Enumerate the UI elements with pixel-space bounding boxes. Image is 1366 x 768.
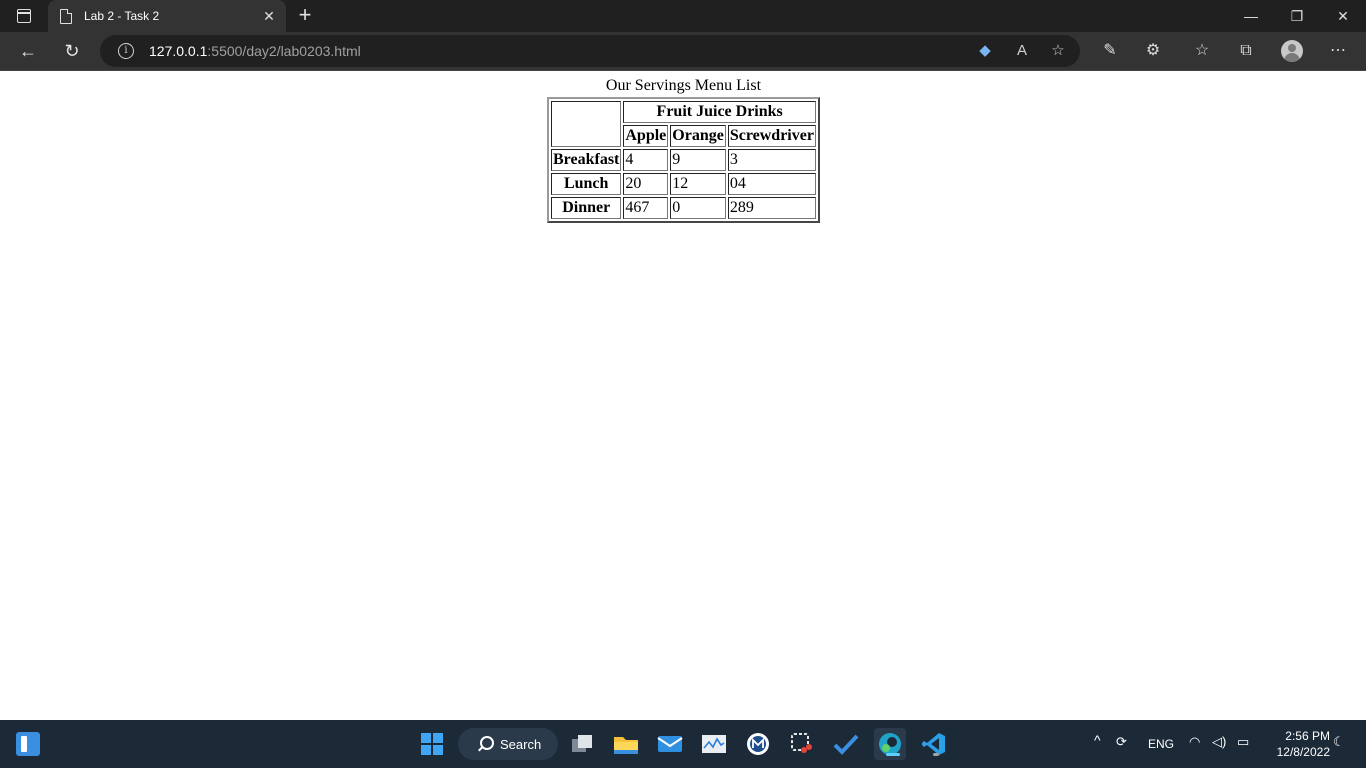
new-tab-button[interactable]: +	[294, 4, 316, 26]
taskbar-search[interactable]: Search	[458, 728, 558, 760]
table-cell: 467	[623, 197, 669, 219]
table-cell: 3	[727, 149, 816, 171]
row-header: Lunch	[551, 173, 622, 195]
address-bar[interactable]: i 127.0.0.1:5500/day2/lab0203.html ◆ A ☆	[100, 35, 1080, 67]
volume-icon[interactable]: ◁)	[1212, 734, 1226, 750]
performance-monitor-icon[interactable]	[698, 728, 730, 760]
snipping-tool-icon[interactable]	[786, 728, 818, 760]
close-tab-icon[interactable]: ✕	[260, 7, 278, 25]
read-aloud-icon[interactable]: A	[1012, 41, 1032, 61]
start-button[interactable]	[416, 728, 448, 760]
wifi-icon[interactable]: ◠	[1189, 734, 1200, 750]
collections-icon[interactable]: ⧉	[1233, 38, 1259, 64]
empty-corner-cell	[551, 101, 622, 147]
clock-time: 2:56 PM	[1285, 729, 1330, 743]
back-icon[interactable]: ←	[13, 36, 43, 66]
favorites-icon[interactable]: ☆	[1189, 38, 1215, 64]
vscode-icon[interactable]	[918, 728, 950, 760]
column-header: Apple	[623, 125, 669, 147]
mail-icon[interactable]	[654, 728, 686, 760]
show-hidden-icons-chevron-icon[interactable]: ^	[1094, 732, 1101, 748]
edge-browser-icon[interactable]	[874, 728, 906, 760]
tab-actions-icon[interactable]	[10, 6, 38, 26]
minimize-icon[interactable]: —	[1228, 0, 1274, 32]
app-m-icon[interactable]	[742, 728, 774, 760]
table-row: Dinner 467 0 289	[551, 197, 816, 219]
profile-avatar[interactable]	[1281, 40, 1303, 62]
extensions-icon[interactable]: ⚙	[1140, 38, 1166, 64]
servings-menu-table: Our Servings Menu List Fruit Juice Drink…	[547, 77, 820, 223]
input-language[interactable]: ENG	[1148, 737, 1174, 751]
table-cell: 0	[670, 197, 726, 219]
url-path: :5500/day2/lab0203.html	[207, 43, 361, 59]
notifications-moon-icon[interactable]: ☾	[1333, 734, 1345, 750]
todo-check-icon[interactable]	[830, 728, 862, 760]
url-host: 127.0.0.1	[149, 43, 208, 59]
table-cell: 4	[623, 149, 669, 171]
page-icon	[60, 9, 72, 24]
table-cell: 12	[670, 173, 726, 195]
more-menu-icon[interactable]: ⋯	[1325, 38, 1351, 64]
search-label: Search	[500, 737, 542, 752]
row-header: Dinner	[551, 197, 622, 219]
column-header: Orange	[670, 125, 726, 147]
page-content: Our Servings Menu List Fruit Juice Drink…	[0, 71, 1366, 720]
table-cell: 9	[670, 149, 726, 171]
refresh-icon[interactable]: ↻	[57, 36, 87, 66]
column-header: Screwdriver	[727, 125, 816, 147]
browser-tab[interactable]: Lab 2 - Task 2 ✕	[48, 0, 286, 32]
table-cell: 04	[727, 173, 816, 195]
table-row: Breakfast 4 9 3	[551, 149, 816, 171]
table-header-row: Fruit Juice Drinks	[551, 101, 816, 147]
table-caption: Our Servings Menu List	[605, 77, 762, 94]
tab-title: Lab 2 - Task 2	[84, 9, 160, 23]
pen-extension-icon[interactable]: ✎	[1097, 38, 1123, 64]
close-window-icon[interactable]: ✕	[1320, 0, 1366, 32]
site-info-icon[interactable]: i	[118, 43, 134, 59]
add-favorite-icon[interactable]: ☆	[1048, 41, 1068, 61]
group-header: Fruit Juice Drinks	[623, 101, 816, 123]
table-row: Lunch 20 12 04	[551, 173, 816, 195]
file-explorer-icon[interactable]	[610, 728, 642, 760]
battery-icon[interactable]: ▭	[1237, 734, 1249, 750]
sync-icon[interactable]: ⟳	[1116, 734, 1127, 750]
shopping-tag-icon[interactable]: ◆	[975, 41, 995, 61]
table-cell: 289	[727, 197, 816, 219]
widgets-icon[interactable]	[16, 732, 40, 756]
browser-toolbar: ← ↻ i 127.0.0.1:5500/day2/lab0203.html ◆…	[0, 32, 1366, 71]
running-app-indicator	[933, 753, 939, 756]
task-view-icon[interactable]	[566, 728, 598, 760]
browser-tab-strip: Lab 2 - Task 2 ✕ + — ❐ ✕	[0, 0, 1366, 32]
clock-date: 12/8/2022	[1276, 745, 1330, 759]
taskbar: Search ^ ⟳ ENG ◠ ◁) ▭ 2:56 PM 12/8/2022 …	[0, 720, 1366, 768]
windows-logo-icon	[421, 733, 443, 755]
restore-icon[interactable]: ❐	[1274, 0, 1320, 32]
system-clock[interactable]: 2:56 PM 12/8/2022	[1262, 728, 1330, 760]
table-cell: 20	[623, 173, 669, 195]
address-url[interactable]: 127.0.0.1:5500/day2/lab0203.html	[149, 43, 361, 59]
active-app-indicator	[886, 753, 900, 756]
row-header: Breakfast	[551, 149, 622, 171]
search-icon	[480, 736, 494, 750]
